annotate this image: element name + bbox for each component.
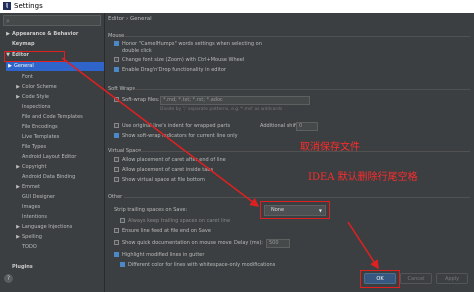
ok-button[interactable]: OK [364,273,396,284]
apply-button[interactable]: Apply [436,273,468,284]
arrow-to-ok [347,221,379,270]
annotation-arrows [61,57,379,270]
cancel-button[interactable]: Cancel [400,273,432,284]
help-icon[interactable]: ? [4,274,13,283]
arrow-editor-to-dropdown [61,57,260,207]
